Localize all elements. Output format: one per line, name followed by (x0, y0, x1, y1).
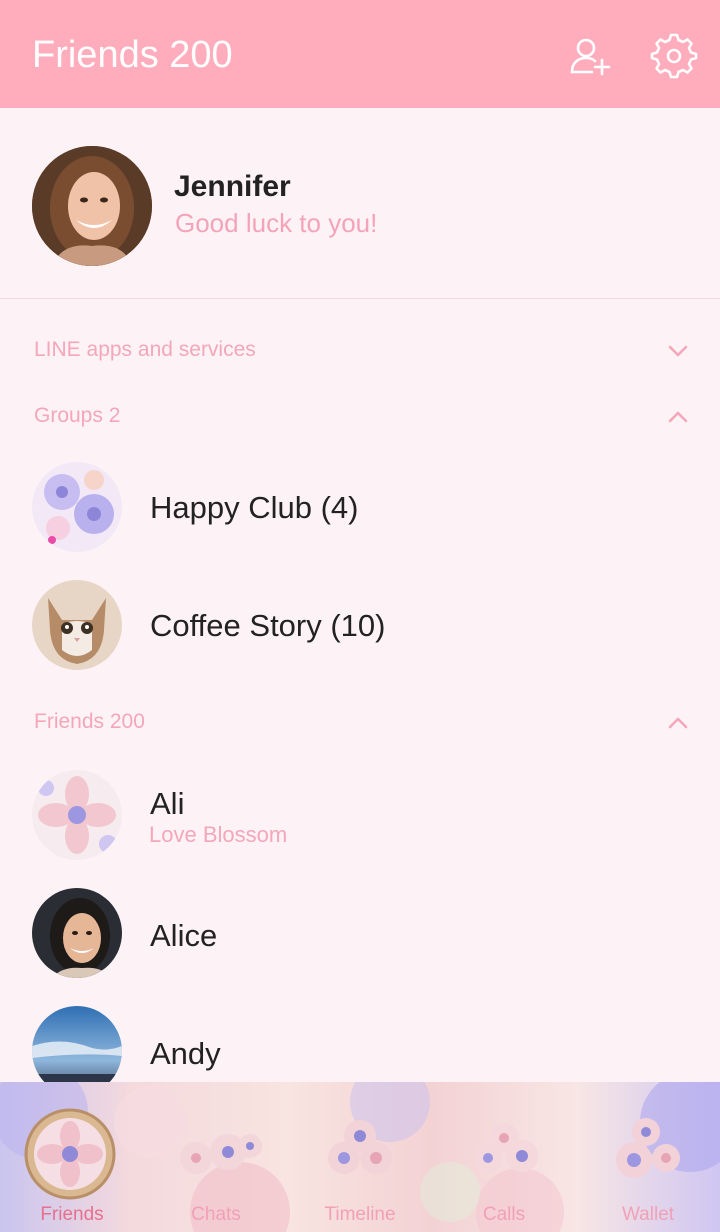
my-profile[interactable]: Jennifer Good luck to you! (0, 108, 720, 299)
friend-avatar (32, 770, 122, 860)
profile-status-message: Good luck to you! (175, 208, 378, 238)
tab-wallet[interactable]: Wallet (576, 1082, 720, 1232)
tab-label: Chats (191, 1204, 241, 1225)
tab-label: Friends (40, 1204, 104, 1225)
tab-label: Wallet (621, 1204, 675, 1225)
group-avatar (32, 580, 122, 670)
tab-timeline[interactable]: Timeline (288, 1082, 432, 1232)
friend-row[interactable]: Alice (0, 874, 720, 992)
friends-icon (24, 1108, 116, 1200)
group-name: Coffee Story (10) (150, 608, 386, 643)
add-friend-icon[interactable] (566, 32, 614, 80)
section-friends[interactable]: Friends 200 (0, 692, 720, 752)
section-services[interactable]: LINE apps and services (0, 320, 720, 380)
group-row[interactable]: Coffee Story (10) (0, 566, 720, 684)
group-row[interactable]: Happy Club (4) (0, 448, 720, 566)
tab-friends[interactable]: Friends (0, 1082, 144, 1232)
bottom-tab-bar: Friends Chats Timeline Calls Wallet (0, 1082, 720, 1232)
tab-label: Timeline (324, 1204, 396, 1225)
avatar[interactable] (32, 146, 152, 266)
friend-avatar (32, 888, 122, 978)
section-label: Friends 200 (34, 710, 145, 733)
section-label: Groups 2 (34, 404, 121, 427)
friend-status-message: Love Blossom (149, 822, 288, 847)
timeline-icon (328, 1120, 392, 1174)
section-groups[interactable]: Groups 2 (0, 386, 720, 446)
tab-chats[interactable]: Chats (144, 1082, 288, 1232)
friend-name: Alice (150, 918, 218, 953)
friend-name: Andy (150, 1036, 221, 1071)
tab-calls[interactable]: Calls (432, 1082, 576, 1232)
profile-name: Jennifer (174, 170, 291, 203)
calls-icon (474, 1123, 538, 1172)
chats-icon (180, 1134, 262, 1174)
chevron-up-icon[interactable] (664, 406, 692, 428)
app-header: Friends 200 (0, 0, 720, 108)
friend-row[interactable]: Ali Love Blossom (0, 756, 720, 874)
chevron-up-icon[interactable] (664, 712, 692, 734)
section-label: LINE apps and services (34, 338, 256, 361)
gear-icon[interactable] (650, 32, 698, 80)
group-name: Happy Club (4) (150, 490, 359, 525)
page-title: Friends 200 (32, 34, 233, 76)
tab-label: Calls (482, 1204, 526, 1225)
group-avatar (32, 462, 122, 552)
chevron-down-icon[interactable] (664, 340, 692, 362)
wallet-icon (616, 1118, 680, 1178)
friend-name: Ali (150, 786, 185, 821)
